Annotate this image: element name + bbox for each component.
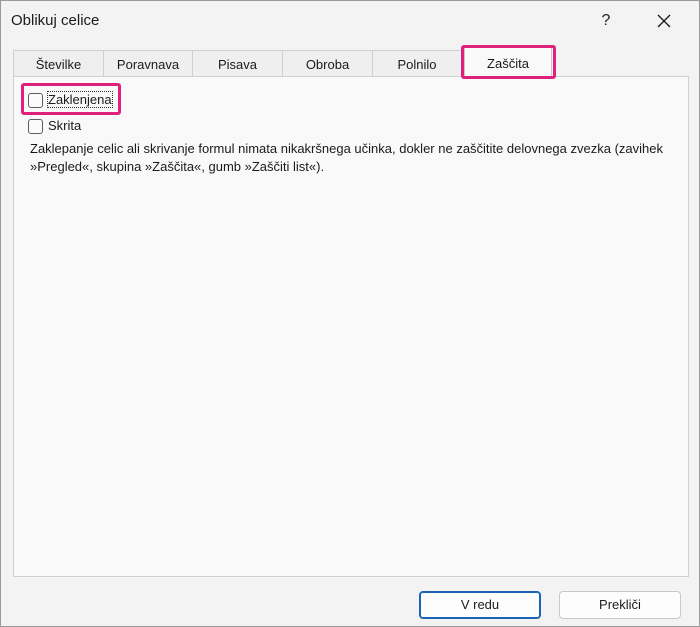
- hidden-checkbox-box[interactable]: [28, 119, 43, 134]
- help-button[interactable]: ?: [588, 5, 624, 37]
- tab-fill[interactable]: Polnilo: [372, 50, 462, 76]
- protection-description: Zaklepanje celic ali skrivanje formul ni…: [30, 141, 663, 174]
- tab-border[interactable]: Obroba: [282, 50, 373, 76]
- highlight-frame-protection-tab: [461, 45, 556, 79]
- tab-font[interactable]: Pisava: [192, 50, 283, 76]
- hidden-checkbox-label[interactable]: Skrita: [48, 118, 81, 133]
- tab-alignment[interactable]: Poravnava: [103, 50, 193, 76]
- ok-button[interactable]: V redu: [419, 591, 541, 619]
- tab-strip: Številke Poravnava Pisava Obroba Polnilo…: [13, 47, 689, 78]
- cancel-button[interactable]: Prekliči: [559, 591, 681, 619]
- close-button[interactable]: [646, 5, 682, 37]
- hidden-checkbox[interactable]: Skrita: [28, 118, 108, 136]
- highlight-frame-locked: [21, 83, 121, 115]
- close-icon: [657, 14, 671, 28]
- format-cells-dialog: Oblikuj celice ? Številke Poravnava Pisa…: [0, 0, 700, 627]
- tab-numbers[interactable]: Številke: [13, 50, 104, 76]
- title-bar: Oblikuj celice ?: [1, 1, 699, 41]
- dialog-title: Oblikuj celice: [11, 12, 100, 29]
- help-icon: ?: [601, 12, 611, 29]
